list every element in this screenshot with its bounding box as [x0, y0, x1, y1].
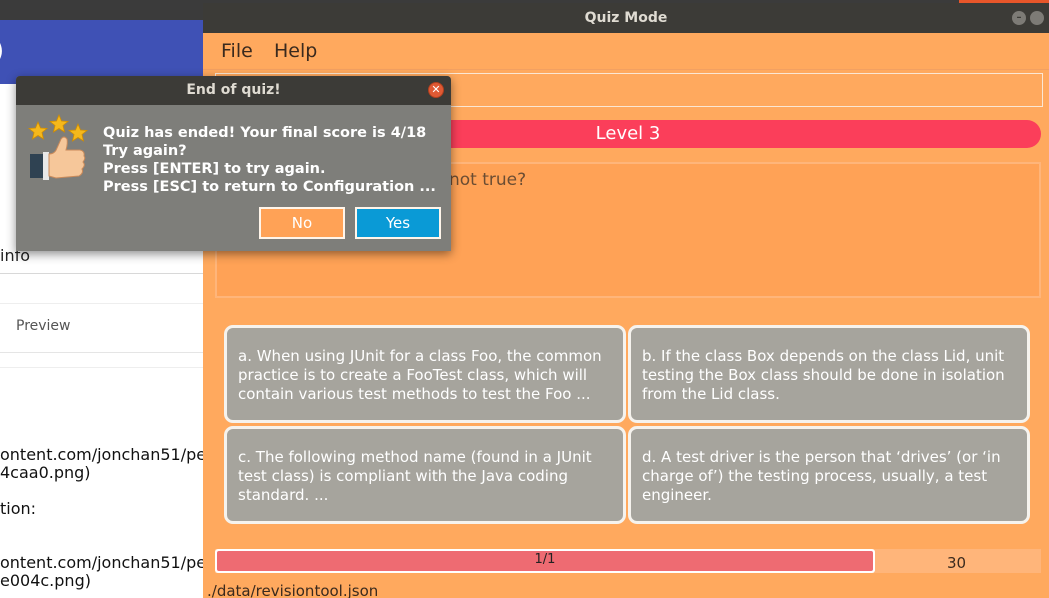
no-button[interactable]: No — [259, 207, 345, 239]
divider — [0, 352, 205, 353]
background-header-logo: ) — [0, 36, 4, 66]
background-text-line: e004c.png) — [0, 571, 91, 590]
answer-option-c[interactable]: c. The following method name (found in a… — [224, 426, 626, 524]
quiz-titlebar: Quiz Mode – — [203, 3, 1049, 33]
message-line: Quiz has ended! Your final score is 4/18 — [103, 125, 427, 141]
window-title: Quiz Mode — [584, 10, 668, 26]
background-header — [0, 20, 205, 84]
thumbs-up-stars-icon — [26, 113, 90, 184]
status-bar-path: ./data/revisiontool.json — [207, 582, 379, 598]
background-text-line: 4caa0.png) — [0, 463, 91, 482]
maximize-icon[interactable] — [1030, 11, 1044, 25]
background-text-line: ontent.com/jonchan51/pe/ma — [0, 553, 237, 572]
answer-option-a[interactable]: a. When using JUnit for a class Foo, the… — [224, 325, 626, 423]
answer-option-b[interactable]: b. If the class Box depends on the class… — [628, 325, 1030, 423]
menu-file[interactable]: File — [221, 40, 253, 62]
minimize-icon[interactable]: – — [1012, 11, 1026, 25]
question-text: not true? — [449, 170, 527, 190]
divider — [0, 273, 205, 274]
dialog-message: Quiz has ended! Your final score is 4/18… — [103, 124, 436, 196]
message-line: Try again? — [103, 143, 187, 159]
background-text-line: tion: — [0, 499, 37, 518]
menu-bar: File Help — [203, 33, 1049, 69]
progress-bar: 1/1 — [215, 549, 875, 573]
dialog-titlebar: End of quiz! ✕ — [16, 76, 451, 105]
divider — [0, 367, 205, 368]
progress-label: 1/1 — [534, 552, 556, 567]
timer: 30 — [947, 554, 967, 572]
preview-tab[interactable]: Preview — [16, 318, 71, 334]
message-line: Press [ESC] to return to Configuration .… — [103, 179, 436, 195]
close-icon[interactable]: ✕ — [428, 82, 444, 98]
dialog-title: End of quiz! — [186, 82, 281, 98]
message-line: Press [ENTER] to try again. — [103, 161, 326, 177]
background-text-line: ontent.com/jonchan51/pe/ma — [0, 445, 237, 464]
answer-option-d[interactable]: d. A test driver is the person that ‘dri… — [628, 426, 1030, 524]
divider — [0, 303, 205, 304]
menu-help[interactable]: Help — [274, 40, 317, 62]
divider — [203, 69, 1049, 70]
end-of-quiz-dialog: End of quiz! ✕ Quiz has ended! Your fina… — [16, 76, 451, 251]
yes-button[interactable]: Yes — [355, 207, 441, 239]
